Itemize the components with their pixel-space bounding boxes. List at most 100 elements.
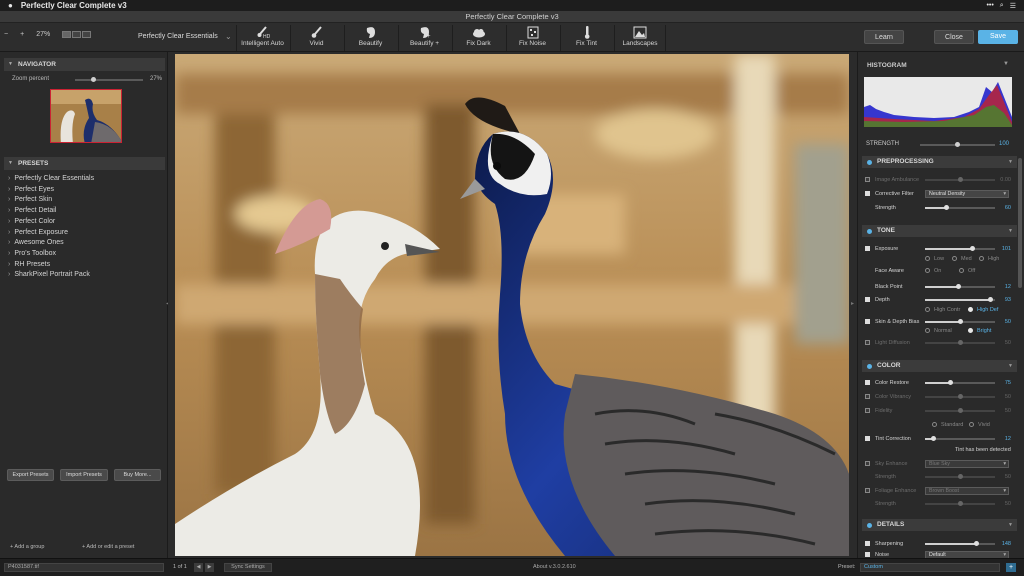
depth-checkbox[interactable] — [865, 297, 870, 302]
image-ambulance-checkbox[interactable] — [865, 177, 870, 182]
foliage-enhance-checkbox[interactable] — [865, 488, 870, 493]
preprocessing-header[interactable]: PREPROCESSING ▼ — [862, 156, 1017, 168]
sky-strength-slider[interactable] — [925, 474, 995, 479]
slider-knob[interactable] — [957, 501, 963, 506]
foliage-enhance-dropdown[interactable]: Brown Boost — [925, 487, 1009, 495]
face-aware-off-radio[interactable] — [959, 268, 964, 273]
slider-knob[interactable] — [957, 394, 963, 399]
split-view-icon[interactable] — [72, 31, 82, 38]
tool-fix-dark[interactable]: Fix Dark — [452, 25, 504, 51]
corrective-filter-dropdown[interactable]: Neutral Density — [925, 190, 1009, 198]
details-header[interactable]: DETAILS ▼ — [862, 519, 1017, 531]
slider-knob[interactable] — [930, 436, 936, 441]
chevron-down-icon[interactable]: ▼ — [1008, 225, 1013, 237]
skin-bright-radio[interactable] — [968, 328, 973, 333]
tint-correction-checkbox[interactable] — [865, 436, 870, 441]
slider-knob[interactable] — [943, 205, 949, 210]
exposure-med-radio[interactable] — [952, 256, 957, 261]
noise-checkbox[interactable] — [865, 552, 870, 557]
tool-fix-tint[interactable]: Fix Tint — [560, 25, 612, 51]
slider-knob[interactable] — [956, 284, 962, 289]
chevron-down-icon[interactable]: ▼ — [1008, 519, 1013, 531]
section-enabled-icon[interactable] — [867, 228, 872, 234]
tool-intelligent-auto[interactable]: HD Intelligent Auto — [236, 25, 288, 51]
buy-more-button[interactable]: Buy More... — [114, 469, 161, 481]
exposure-slider[interactable] — [925, 246, 995, 251]
tint-correction-slider[interactable] — [925, 436, 995, 441]
chevron-down-icon[interactable]: ⌄ — [225, 32, 232, 41]
side-by-side-view-icon[interactable] — [82, 31, 92, 38]
add-preset-icon[interactable]: + — [1006, 563, 1016, 572]
light-diffusion-slider[interactable] — [925, 340, 995, 345]
slider-knob[interactable] — [970, 246, 976, 251]
black-point-slider[interactable] — [925, 284, 995, 289]
sync-settings-button[interactable]: Sync Settings — [224, 563, 272, 572]
depth-high-def-radio[interactable] — [968, 307, 973, 312]
search-icon[interactable]: ⌕ — [1000, 2, 1004, 10]
preset-item[interactable]: Pro's Toolbox — [8, 250, 56, 257]
face-aware-on-radio[interactable] — [925, 268, 930, 273]
menu-list-icon[interactable]: ☰ — [1010, 2, 1016, 10]
chevron-down-icon[interactable]: ▼ — [1008, 156, 1013, 168]
navigator-header[interactable]: NAVIGATOR — [4, 58, 165, 71]
slider-knob[interactable] — [955, 142, 960, 147]
slider-knob[interactable] — [974, 541, 980, 546]
slider-knob[interactable] — [957, 177, 963, 182]
fidelity-slider[interactable] — [925, 408, 995, 413]
fidelity-standard-radio[interactable] — [932, 422, 937, 427]
sharpening-slider[interactable] — [925, 541, 995, 546]
navigator-zoom-slider[interactable] — [75, 77, 143, 82]
tool-landscapes[interactable]: Landscapes — [614, 25, 666, 51]
slider-knob[interactable] — [90, 77, 96, 82]
section-enabled-icon[interactable] — [867, 159, 872, 165]
preset-item[interactable]: Perfect Skin — [8, 196, 52, 203]
preset-dropdown[interactable]: Custom — [860, 563, 1000, 572]
preprocessing-strength-slider[interactable] — [925, 205, 995, 210]
export-presets-button[interactable]: Export Presets — [7, 469, 54, 481]
exposure-high-radio[interactable] — [979, 256, 984, 261]
collapse-right-icon[interactable]: ▸ — [851, 300, 854, 307]
chevron-down-icon[interactable]: ▼ — [1008, 360, 1013, 372]
color-vibrancy-checkbox[interactable] — [865, 394, 870, 399]
preset-item[interactable]: Perfect Exposure — [8, 229, 68, 236]
tool-vivid[interactable]: Vivid — [290, 25, 342, 51]
fidelity-vivid-radio[interactable] — [969, 422, 974, 427]
corrective-filter-checkbox[interactable] — [865, 191, 870, 196]
single-view-icon[interactable] — [62, 31, 72, 38]
navigator-thumbnail[interactable] — [50, 89, 122, 143]
slider-knob[interactable] — [957, 340, 963, 345]
slider-knob[interactable] — [957, 474, 963, 479]
sharpening-checkbox[interactable] — [865, 541, 870, 546]
strength-slider[interactable] — [920, 142, 995, 147]
preset-item[interactable]: SharkPixel Portrait Pack — [8, 271, 89, 278]
slider-knob[interactable] — [957, 319, 963, 324]
preset-item[interactable]: Perfect Detail — [8, 207, 56, 214]
depth-high-contr-radio[interactable] — [925, 307, 930, 312]
prev-image-icon[interactable]: ◀ — [194, 563, 203, 572]
next-image-icon[interactable]: ▶ — [205, 563, 214, 572]
preset-item[interactable]: Awesome Ones — [8, 239, 63, 246]
histogram-menu-icon[interactable]: ▼ — [1003, 61, 1009, 67]
photo-preview[interactable] — [175, 54, 849, 556]
menubar-app-name[interactable]: Perfectly Clear Complete v3 — [21, 1, 127, 10]
exposure-low-radio[interactable] — [925, 256, 930, 261]
save-button[interactable]: Save — [978, 30, 1018, 44]
section-enabled-icon[interactable] — [867, 363, 872, 369]
presets-header[interactable]: PRESETS — [4, 157, 165, 170]
preset-item[interactable]: Perfect Eyes — [8, 186, 54, 193]
slider-knob[interactable] — [948, 380, 954, 385]
more-icon[interactable]: ••• — [986, 2, 993, 9]
tool-beautify-plus[interactable]: + Beautify + — [398, 25, 450, 51]
sky-enhance-dropdown[interactable]: Blue Sky — [925, 460, 1009, 468]
apple-icon[interactable]: ● — [8, 1, 13, 10]
zoom-out-button[interactable]: − — [4, 31, 8, 38]
tool-beautify[interactable]: Beautify — [344, 25, 396, 51]
preset-selector[interactable]: Perfectly Clear Essentials — [138, 33, 218, 40]
color-restore-slider[interactable] — [925, 380, 995, 385]
color-vibrancy-slider[interactable] — [925, 394, 995, 399]
sky-enhance-checkbox[interactable] — [865, 461, 870, 466]
depth-slider[interactable] — [925, 297, 995, 302]
add-preset-link[interactable]: + Add or edit a preset — [82, 544, 134, 550]
image-ambulance-slider[interactable] — [925, 177, 995, 182]
tool-fix-noise[interactable]: Fix Noise — [506, 25, 558, 51]
